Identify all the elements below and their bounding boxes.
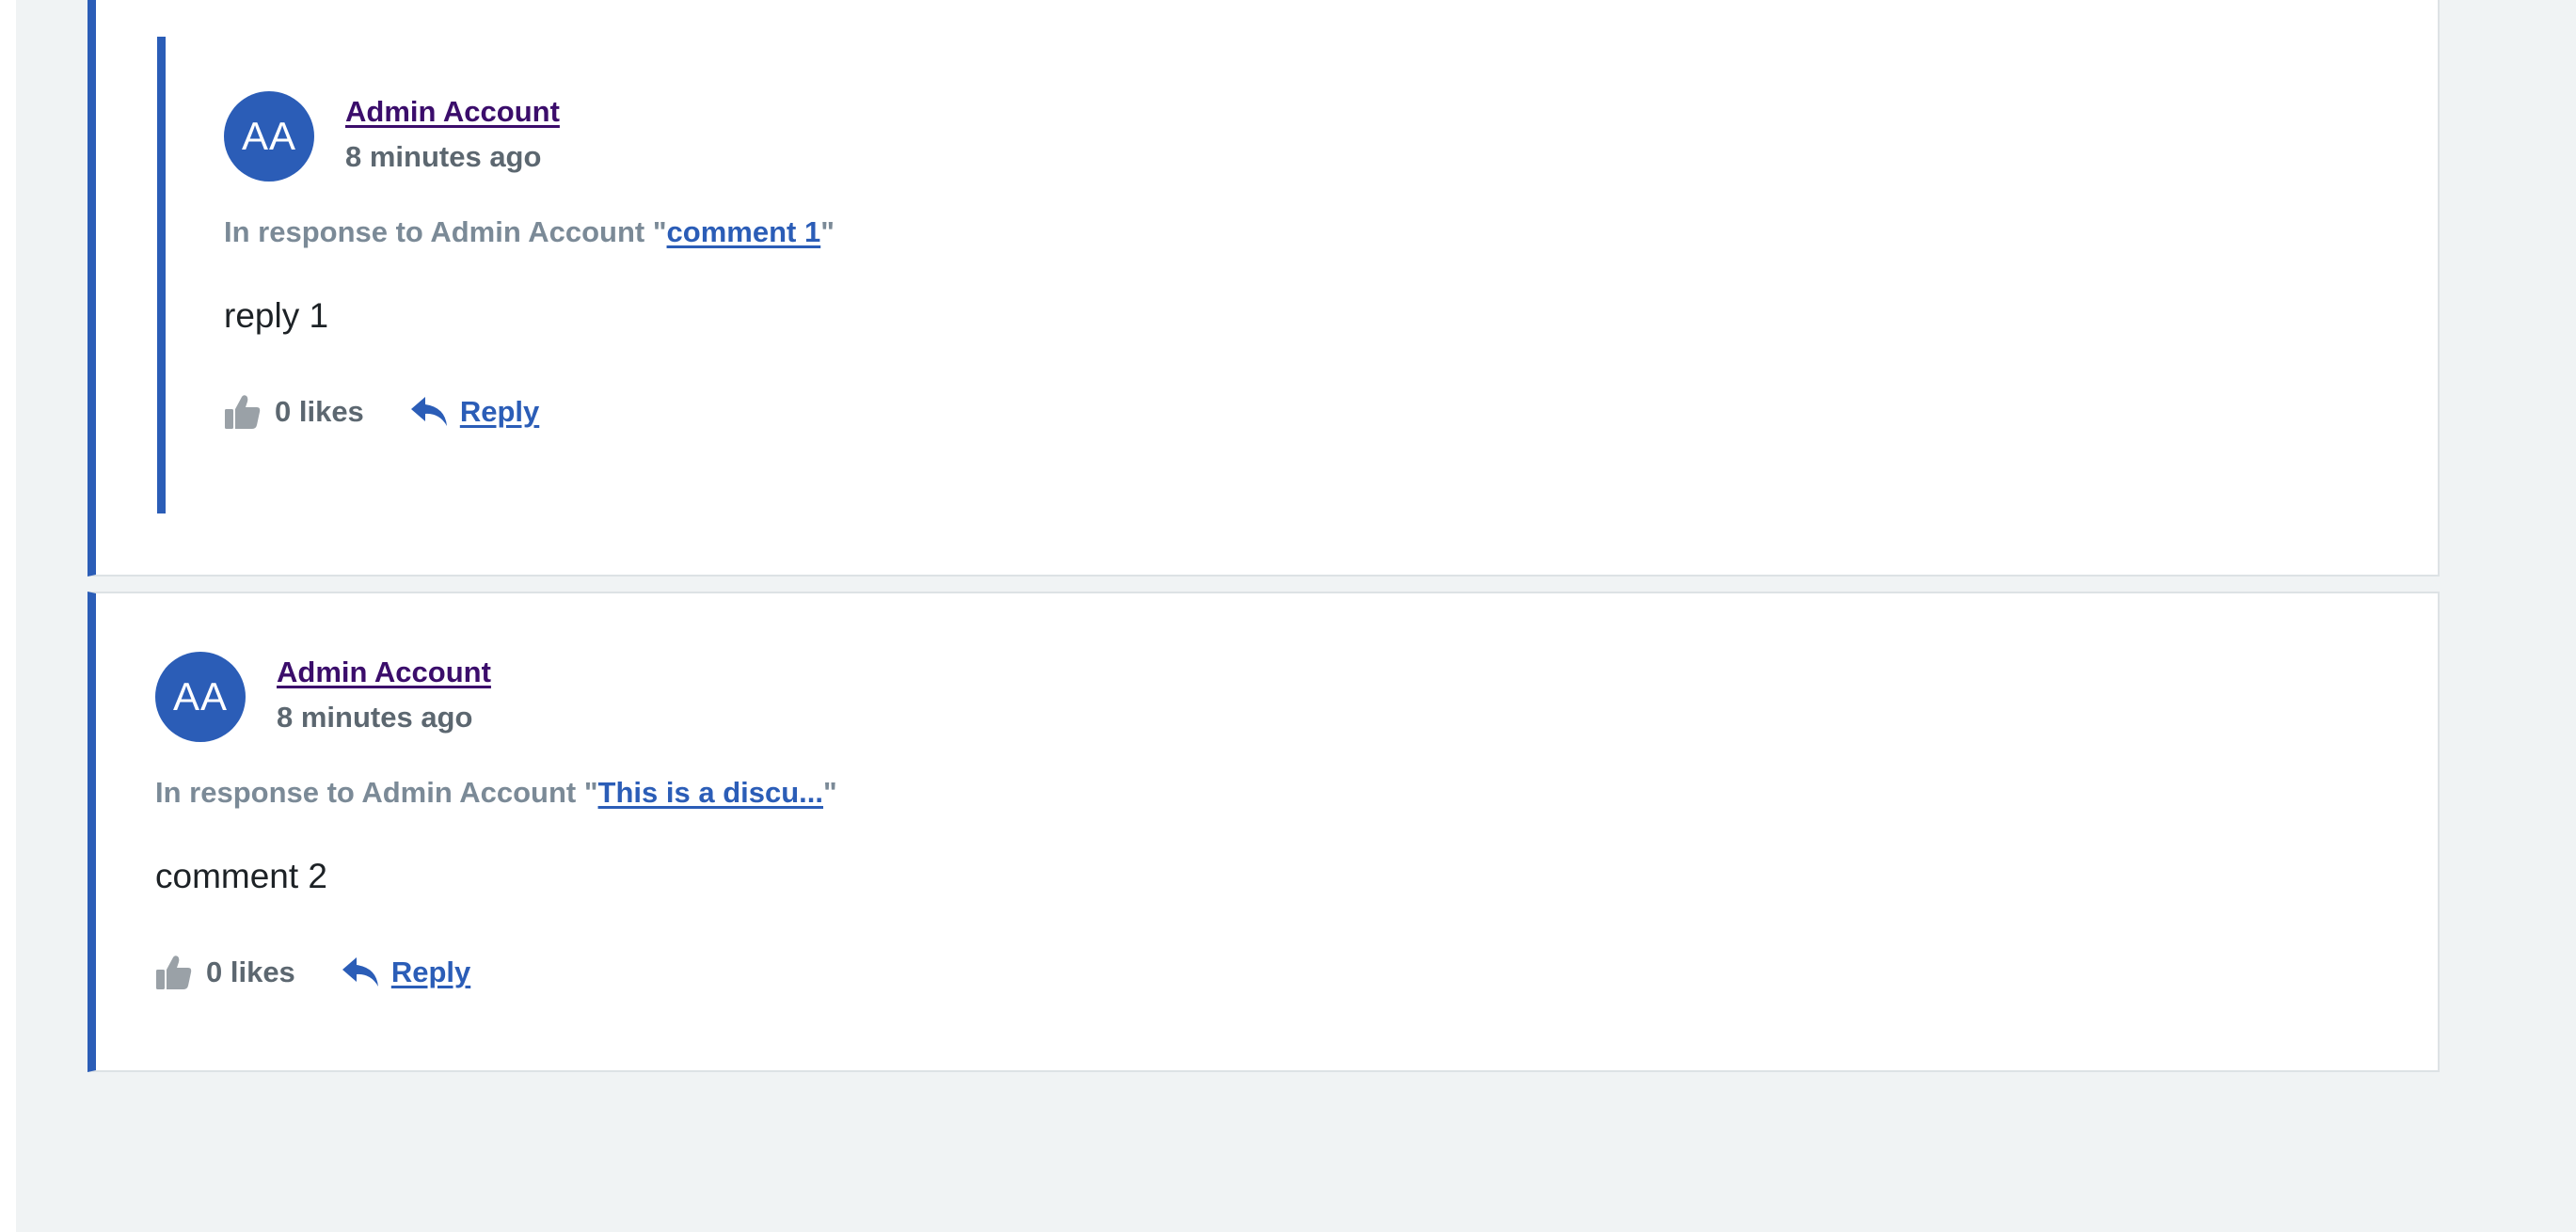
likes-count: 0 likes — [275, 395, 364, 428]
author-link[interactable]: Admin Account — [345, 95, 560, 129]
comment-timestamp: 8 minutes ago — [345, 140, 542, 173]
in-response-to: In response to Admin Account "This is a … — [155, 776, 837, 810]
reply-arrow-icon — [409, 395, 449, 429]
likes-count: 0 likes — [206, 956, 295, 988]
reply-label: Reply — [390, 956, 471, 988]
comment-timestamp: 8 minutes ago — [277, 701, 473, 734]
thumbs-up-icon — [224, 393, 262, 431]
in-response-to: In response to Admin Account "comment 1" — [224, 215, 835, 249]
reply-label: Reply — [459, 395, 540, 428]
in-response-to-link[interactable]: comment 1 — [667, 215, 821, 248]
in-response-to-suffix: " — [820, 215, 835, 248]
comment-actions: 0 likes Reply — [224, 388, 539, 435]
reply-button[interactable]: Reply — [341, 956, 470, 989]
like-button[interactable]: 0 likes — [224, 393, 364, 431]
in-response-to-prefix: In response to Admin Account " — [224, 215, 667, 248]
comment-card-thread: AA Admin Account 8 minutes ago In respon… — [87, 0, 2440, 577]
in-response-to-prefix: In response to Admin Account " — [155, 776, 598, 809]
in-response-to-link[interactable]: This is a discu... — [598, 776, 823, 809]
reply-button[interactable]: Reply — [409, 395, 539, 429]
nested-reply: AA Admin Account 8 minutes ago In respon… — [157, 37, 2424, 513]
author-link[interactable]: Admin Account — [277, 655, 491, 689]
reply-arrow-icon — [341, 956, 380, 989]
thumbs-up-icon — [155, 954, 193, 991]
avatar: AA — [155, 652, 246, 742]
comment-body: comment 2 — [155, 857, 328, 895]
avatar: AA — [224, 91, 314, 182]
like-button[interactable]: 0 likes — [155, 954, 295, 991]
in-response-to-suffix: " — [823, 776, 837, 809]
comment-body: reply 1 — [224, 296, 329, 335]
comment-card: AA Admin Account 8 minutes ago In respon… — [87, 592, 2440, 1072]
comment-actions: 0 likes Reply — [155, 949, 470, 996]
